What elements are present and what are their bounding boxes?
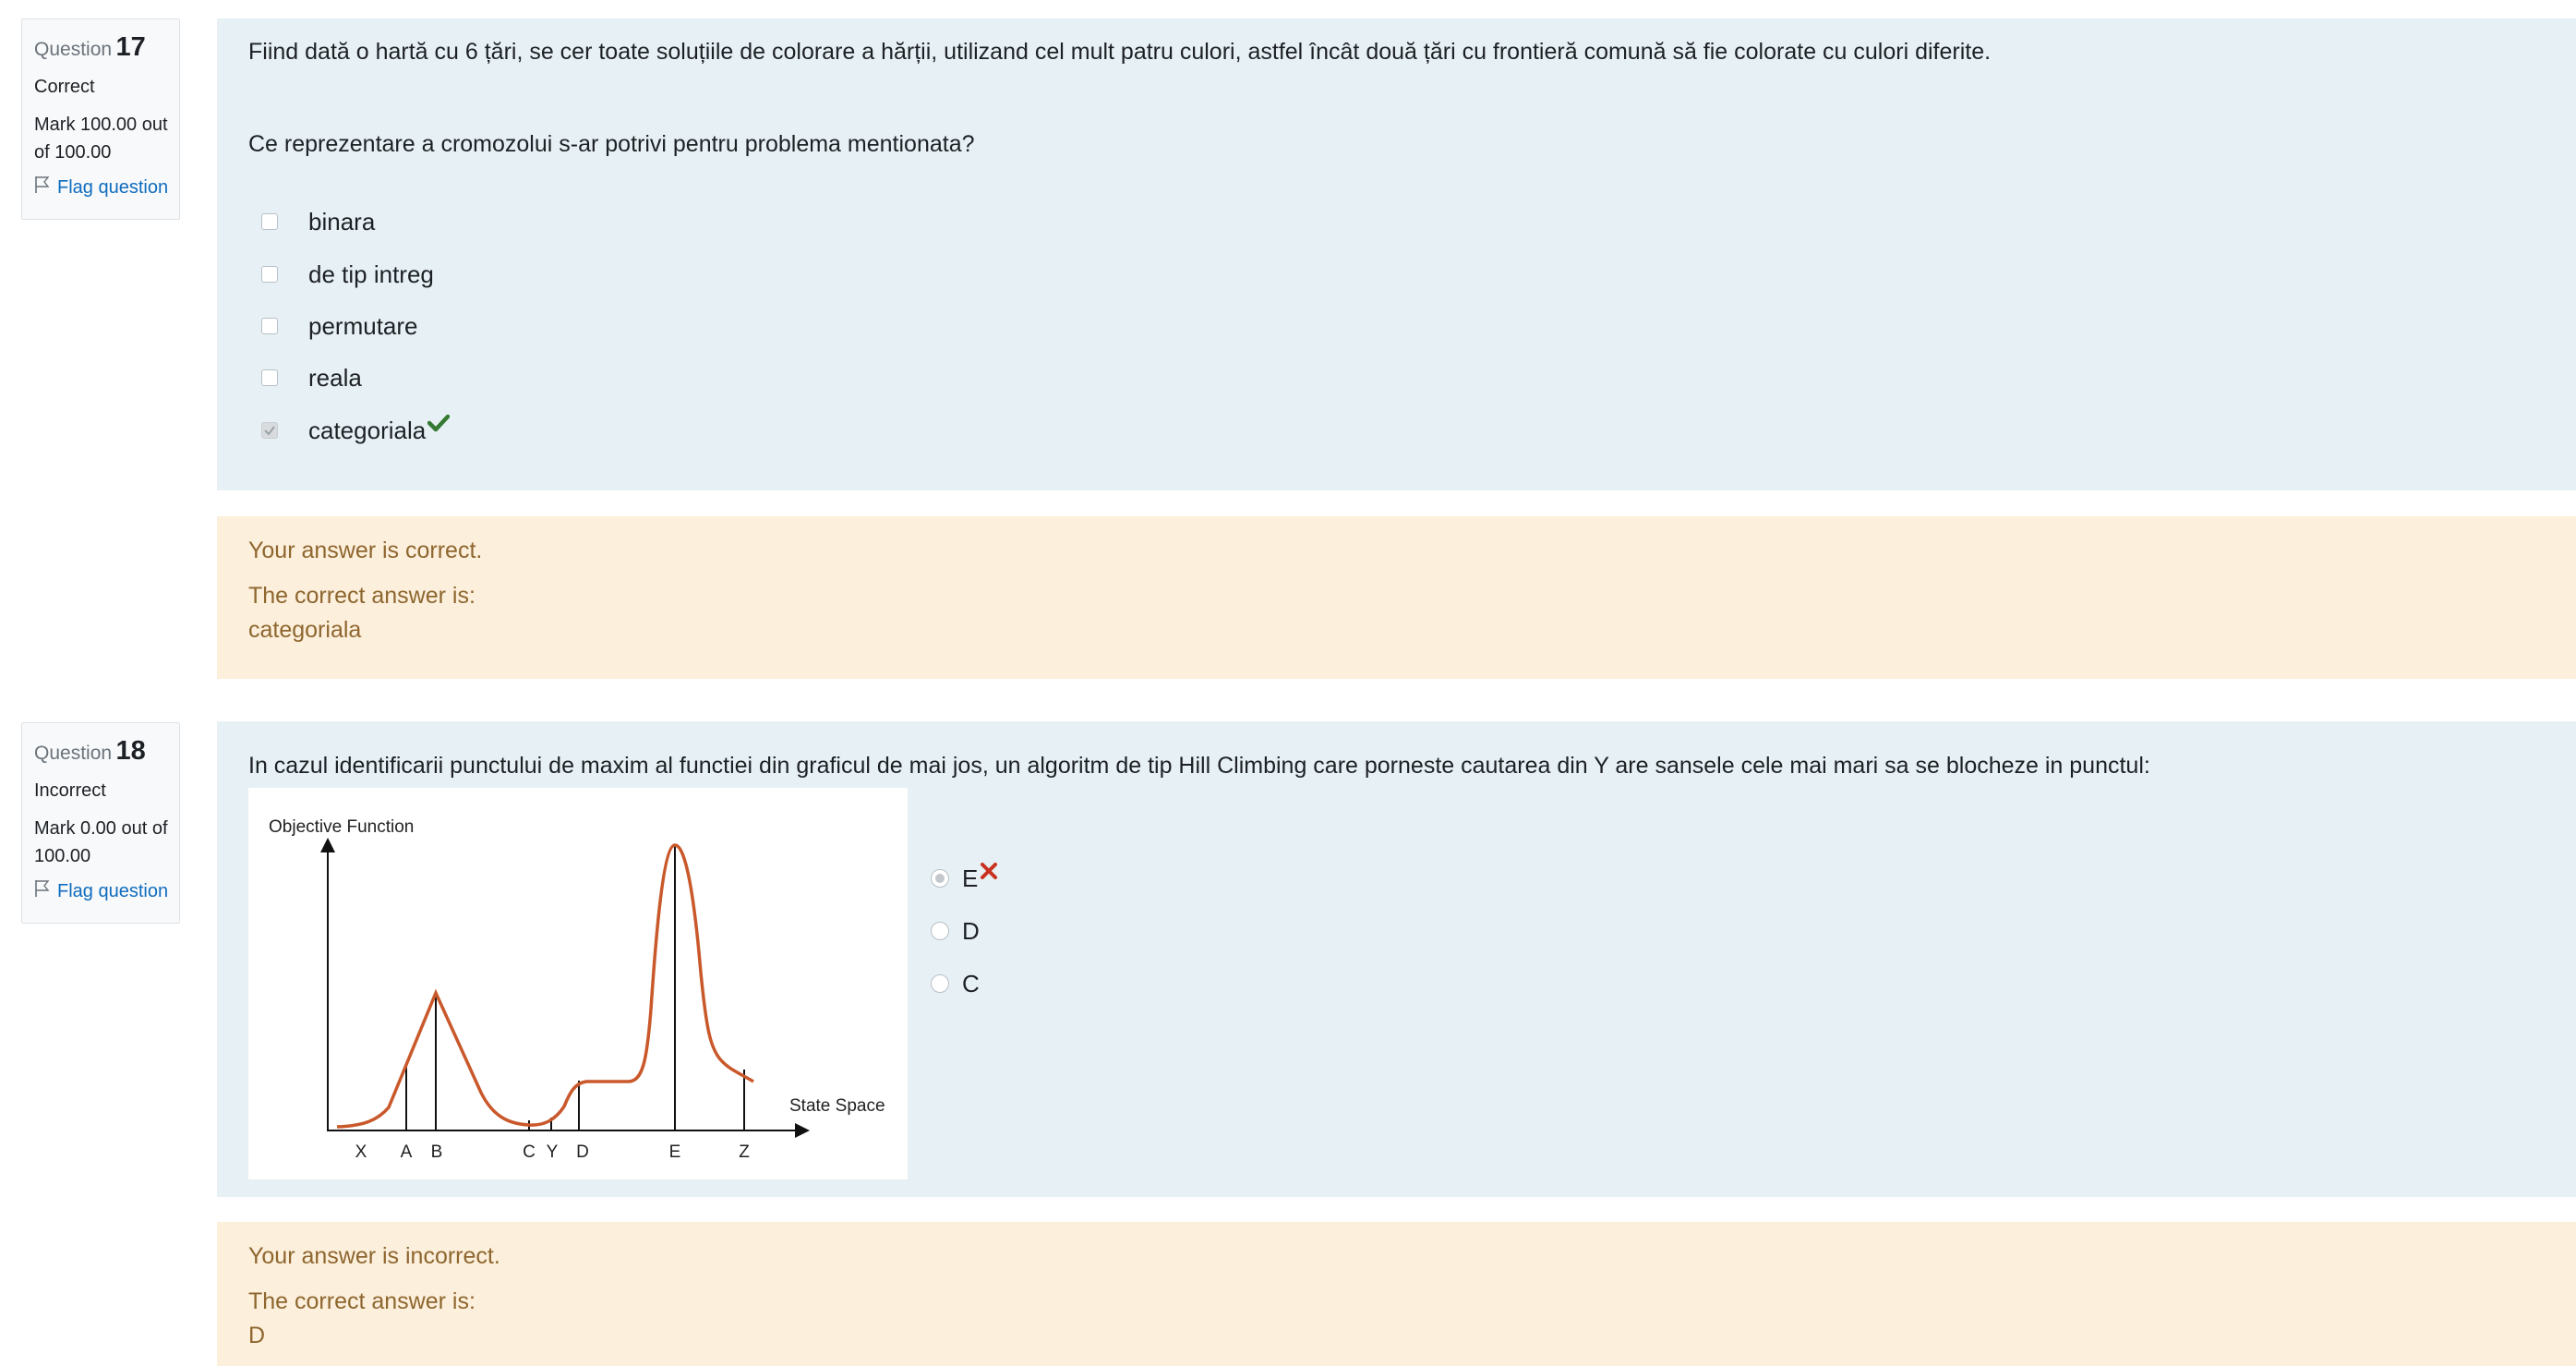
answer-option-c[interactable]: C	[931, 965, 980, 1002]
question-grade: Mark 0.00 out of 100.00	[34, 818, 168, 866]
y-axis-label: Objective Function	[269, 817, 414, 837]
correct-answer-label: The correct answer is:	[248, 1288, 475, 1314]
answer-checkbox[interactable]	[261, 369, 278, 386]
question-text: Fiind dată o hartă cu 6 țări, se cer toa…	[248, 39, 1992, 65]
point-label-b: B	[431, 1142, 443, 1162]
feedback-status: Your answer is incorrect.	[248, 1243, 500, 1269]
cross-icon	[980, 858, 998, 887]
flag-icon	[34, 879, 51, 903]
point-label-z: Z	[739, 1142, 750, 1162]
correct-answer-value: D	[248, 1323, 266, 1348]
answer-radio[interactable]	[931, 974, 949, 993]
correct-answer-value: categoriala	[248, 617, 362, 643]
answer-option-binara[interactable]: binara	[261, 203, 375, 240]
answer-option-de-tip-intreg[interactable]: de tip intreg	[261, 256, 434, 293]
question-formulation-18: In cazul identificarii punctului de maxi…	[217, 721, 2576, 1197]
point-label-d: D	[576, 1142, 589, 1162]
answer-option-permutare[interactable]: permutare	[261, 308, 418, 345]
answer-label: permutare	[308, 311, 418, 340]
question-formulation-17: Fiind dată o hartă cu 6 țări, se cer toa…	[217, 18, 2576, 490]
point-label-a: A	[401, 1142, 413, 1162]
answer-option-d[interactable]: D	[931, 913, 980, 949]
question-feedback-18: Your answer is incorrect. The correct an…	[217, 1222, 2576, 1366]
answer-radio[interactable]	[931, 922, 949, 940]
point-label-y: Y	[547, 1142, 559, 1162]
x-axis-label: State Space	[789, 1096, 885, 1116]
feedback-status: Your answer is correct.	[248, 538, 483, 563]
question-number: 17	[115, 32, 146, 62]
flag-icon	[34, 175, 51, 199]
question-text: In cazul identificarii punctului de maxi…	[248, 753, 2150, 779]
question-label: Question	[34, 39, 113, 60]
answer-radio-checked[interactable]	[931, 869, 949, 888]
flag-question-label: Flag question	[57, 176, 169, 198]
point-label-e: E	[669, 1142, 681, 1162]
answer-checkbox[interactable]	[261, 266, 278, 283]
question-state: Incorrect	[34, 780, 106, 801]
correct-answer-label: The correct answer is:	[248, 583, 475, 609]
answer-label: D	[962, 916, 980, 945]
checkbox-check-icon	[264, 426, 275, 436]
question-feedback-17: Your answer is correct. The correct answ…	[217, 516, 2576, 679]
answer-option-categoriala[interactable]: categoriala	[261, 410, 451, 449]
point-label-c: C	[523, 1142, 536, 1162]
answer-label: de tip intreg	[308, 260, 434, 288]
answer-option-e[interactable]: E	[931, 860, 998, 897]
question-state: Correct	[34, 77, 95, 97]
answer-label: categoriala	[308, 416, 427, 444]
answer-label: E	[962, 864, 979, 892]
objective-curve	[336, 843, 754, 1129]
question-info-17: Question 17 Correct Mark 100.00 out of 1…	[21, 18, 180, 220]
question-number: 18	[115, 736, 146, 766]
answer-checkbox[interactable]	[261, 318, 278, 334]
objective-function-graph: Objective Function State Space X A B C Y…	[248, 788, 908, 1179]
point-label-x: X	[355, 1142, 367, 1162]
check-icon	[427, 410, 451, 439]
flag-question-label: Flag question	[57, 880, 169, 901]
question-number-line: Question 18	[34, 734, 179, 772]
question-label: Question	[34, 743, 113, 764]
flag-question-link[interactable]: Flag question	[34, 879, 179, 903]
answer-label: binara	[308, 207, 376, 236]
answer-checkbox[interactable]	[261, 213, 278, 230]
question-prompt: Ce reprezentare a cromozolui s-ar potriv…	[248, 131, 975, 157]
flag-question-link[interactable]: Flag question	[34, 175, 179, 199]
answer-label: C	[962, 969, 980, 997]
answer-option-reala[interactable]: reala	[261, 359, 362, 396]
question-number-line: Question 17	[34, 30, 179, 68]
question-grade: Mark 100.00 out of 100.00	[34, 115, 168, 163]
answer-checkbox-checked[interactable]	[261, 422, 278, 439]
question-info-18: Question 18 Incorrect Mark 0.00 out of 1…	[21, 722, 180, 924]
answer-label: reala	[308, 363, 362, 392]
